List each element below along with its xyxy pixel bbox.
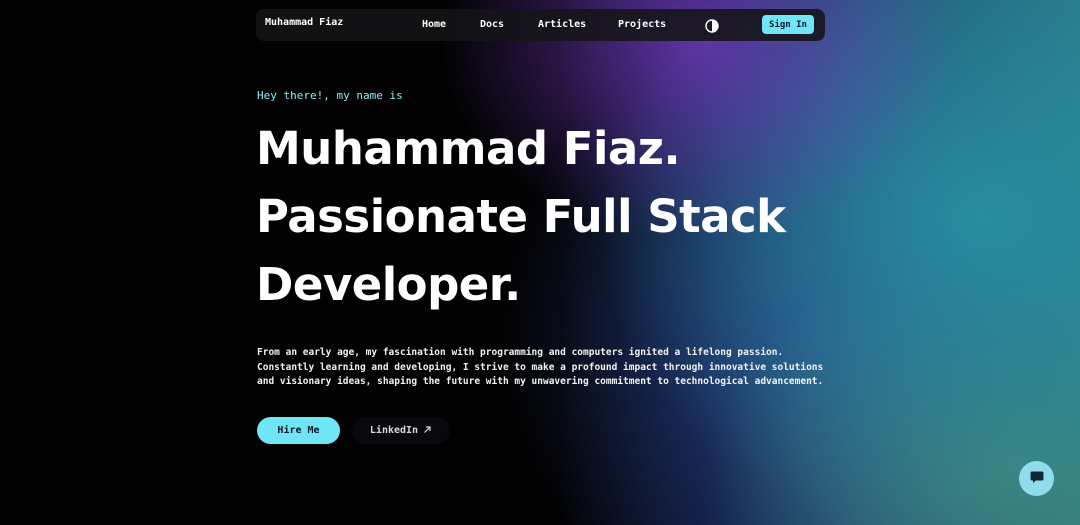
hire-me-button[interactable]: Hire Me (257, 417, 340, 444)
nav-link-docs[interactable]: Docs (480, 19, 504, 30)
arrow-up-right-icon (423, 425, 432, 437)
top-navbar: Muhammad Fiaz Home Docs Articles Project… (256, 9, 825, 41)
linkedin-button[interactable]: LinkedIn (352, 417, 450, 444)
chat-button[interactable] (1019, 461, 1054, 496)
linkedin-label: LinkedIn (369, 425, 419, 436)
nav-link-projects[interactable]: Projects (618, 19, 666, 30)
headline-line-title: Developer. (256, 258, 521, 311)
brand-name[interactable]: Muhammad Fiaz (265, 17, 343, 28)
hero-headline: Muhammad Fiaz. Passionate Full Stack Dev… (256, 115, 786, 319)
nav-link-articles[interactable]: Articles (538, 19, 586, 30)
nav-link-home[interactable]: Home (422, 19, 446, 30)
sign-in-button[interactable]: Sign In (762, 15, 814, 34)
hero-intro-text: From an early age, my fascination with p… (257, 347, 824, 387)
headline-line-role: Passionate Full Stack (256, 190, 786, 243)
hero-greeting: Hey there!, my name is (257, 89, 403, 102)
theme-toggle-icon[interactable] (705, 18, 719, 33)
headline-line-name: Muhammad Fiaz. (256, 122, 681, 175)
chat-bubble-icon (1029, 469, 1045, 489)
